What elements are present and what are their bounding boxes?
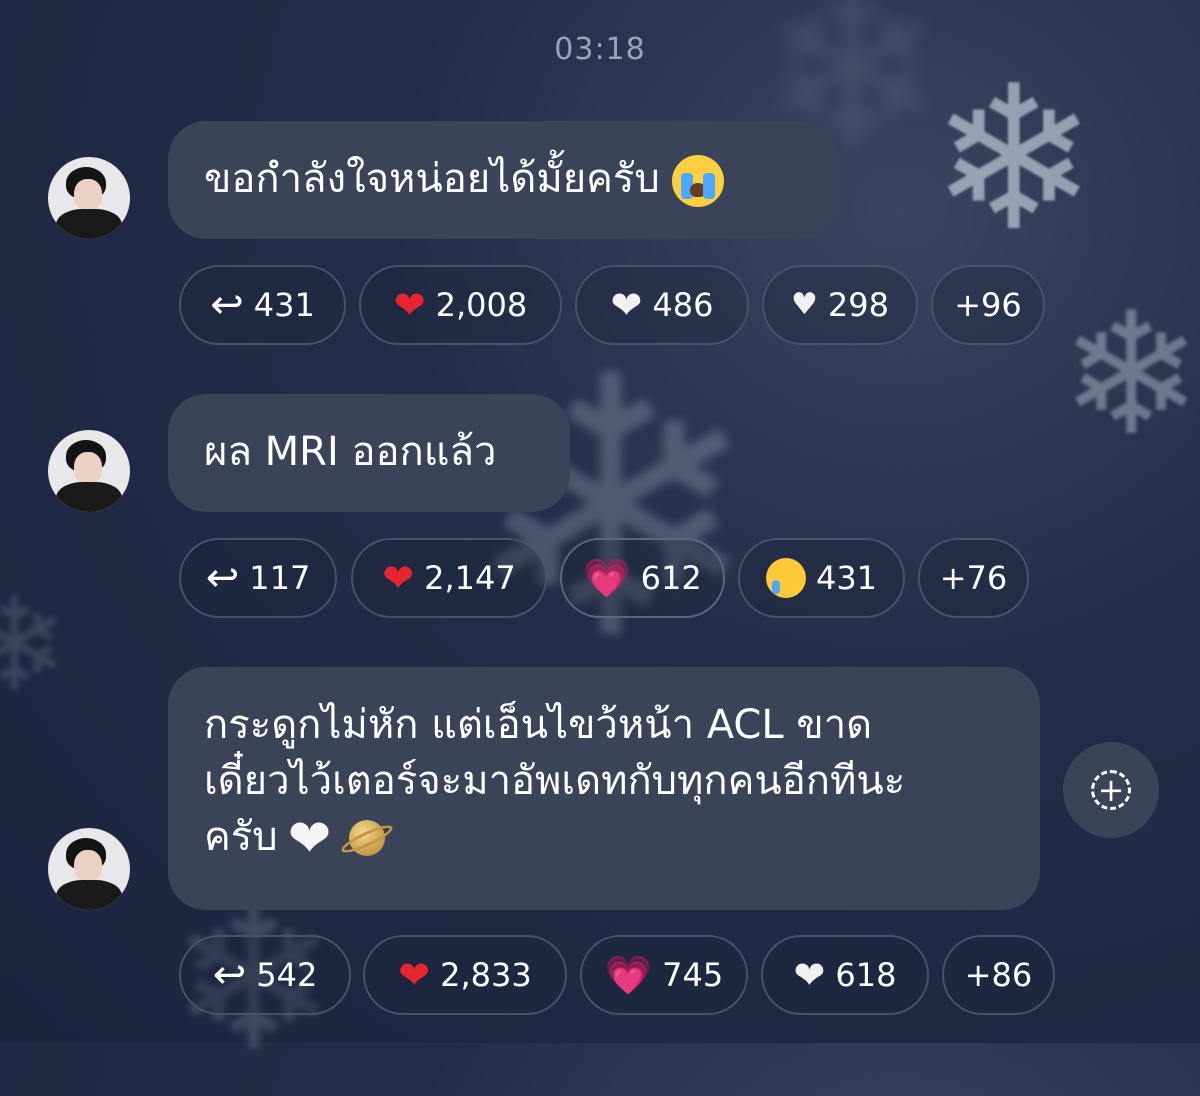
message-text-line: เดี๋ยวไว้เตอร์จะมาอัพเดทกับทุกคนอีกทีนะ [204,758,906,804]
reaction-small-white-heart[interactable]: ♥ 298 [762,265,918,345]
message-bubble[interactable]: ผล MRI ออกแล้ว [168,394,570,512]
add-reaction-icon: + [1091,770,1131,810]
message-text-line: ครับ [204,814,278,860]
snowflake-decoration: ❄ [1060,276,1200,474]
reaction-count: 618 [835,956,897,994]
white-heart-icon: ❤ [793,953,826,997]
more-reactions-count: +96 [954,286,1022,324]
reaction-white-heart[interactable]: ❤ 486 [575,265,749,345]
reaction-sparkling-heart[interactable]: 💗 612 [560,538,725,618]
message-bubble[interactable]: ขอกำลังใจหน่อยได้มั้ยครับ [168,121,840,239]
message-text: ขอกำลังใจหน่อยได้มั้ยครับ [204,156,660,202]
sparkling-pink-heart-icon: 💗 [604,953,653,997]
reply-count-button[interactable]: ↩ 431 [179,265,346,345]
reaction-sparkling-heart[interactable]: 💗 745 [580,935,748,1015]
reaction-count: 745 [662,956,724,994]
message-timestamp: 03:18 [554,32,646,67]
loudly-crying-face-icon [671,155,724,207]
reaction-count: 612 [640,559,702,597]
reaction-red-heart[interactable]: ❤ 2,833 [363,935,567,1015]
message-bubble[interactable]: กระดูกไม่หัก แต่เอ็นไขว้หน้า ACL ขาด เดี… [168,667,1040,910]
reaction-count: 2,833 [440,956,532,994]
avatar[interactable] [48,828,130,910]
snowflake-decoration: ❄ [930,43,1098,276]
reaction-white-heart[interactable]: ❤ 618 [761,935,929,1015]
small-white-heart-icon: ♥ [791,287,818,322]
reaction-crying-face[interactable]: 431 [738,538,905,618]
reply-count-button[interactable]: ↩ 542 [179,935,351,1015]
snowflake-decoration: ❄ [0,569,69,721]
more-reactions-button[interactable]: +86 [942,935,1055,1015]
white-heart-icon: ❤ [287,809,332,869]
crying-face-icon [765,558,806,598]
reaction-count: 298 [827,286,889,324]
red-heart-icon: ❤ [382,556,415,600]
reply-arrow-icon: ↩ [210,282,244,328]
reply-arrow-icon: ↩ [205,555,240,601]
sparkling-pink-heart-icon: 💗 [583,556,631,600]
reaction-red-heart[interactable]: ❤ 2,147 [351,538,547,618]
white-heart-icon: ❤ [610,283,643,327]
more-reactions-button[interactable]: +96 [931,265,1045,345]
red-heart-icon: ❤ [393,283,426,327]
message-text-line: กระดูกไม่หัก แต่เอ็นไขว้หน้า ACL ขาด [204,702,873,748]
ringed-planet-icon [339,812,393,866]
reply-arrow-icon: ↩ [212,952,247,998]
message-text: ผล MRI ออกแล้ว [204,429,497,475]
add-reaction-button[interactable]: + [1063,742,1159,838]
reaction-count: 542 [256,956,318,994]
reply-count-button[interactable]: ↩ 117 [179,538,337,618]
reaction-count: 2,147 [424,559,516,597]
more-reactions-count: +86 [964,956,1033,994]
reaction-red-heart[interactable]: ❤ 2,008 [359,265,562,345]
more-reactions-button[interactable]: +76 [918,538,1029,618]
reaction-count: 2,008 [435,286,528,324]
reaction-count: 486 [652,286,714,324]
more-reactions-count: +76 [939,559,1008,597]
avatar[interactable] [48,430,130,512]
reaction-count: 117 [249,559,311,597]
reaction-count: 431 [253,286,315,324]
red-heart-icon: ❤ [398,953,431,997]
reaction-count: 431 [815,559,878,597]
avatar[interactable] [48,157,130,239]
